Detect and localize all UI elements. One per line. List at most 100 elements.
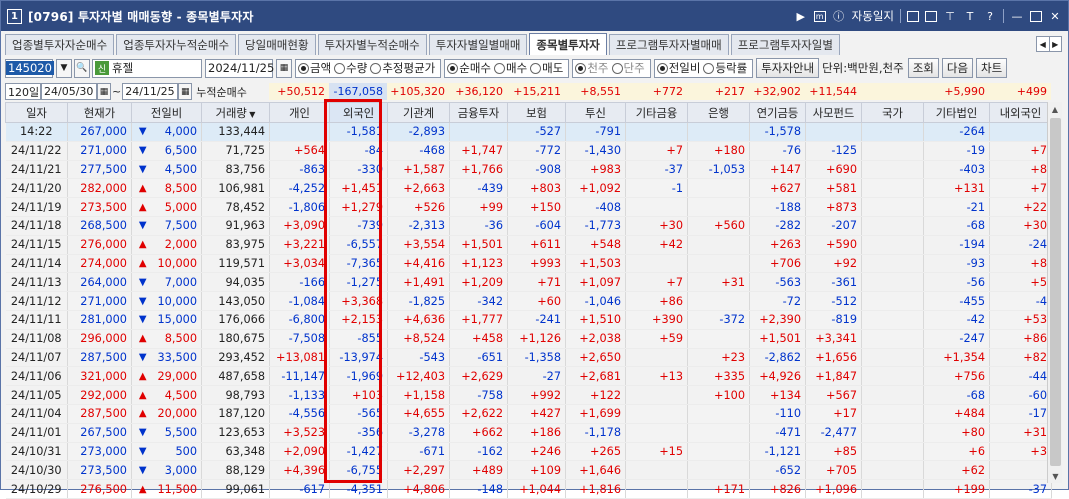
tab-2[interactable]: 당일매매현황	[238, 34, 316, 55]
table-row[interactable]: 24/11/15 276,000 ▲ 2,000 83,975 +3,221 -6,557 +…	[5, 235, 1053, 255]
tab-scroll-buttons[interactable]: ◀ ▶	[1036, 36, 1062, 52]
sort-dropdown-icon[interactable]: ▼	[247, 110, 255, 119]
trade-radio-2[interactable]: 매도	[530, 60, 563, 76]
cell-2: ▼	[131, 460, 154, 481]
code-dropdown-icon[interactable]: ▼	[56, 58, 72, 78]
auto-log-button[interactable]: 자동일지	[852, 8, 894, 24]
cumulative-label: 누적순매수	[196, 85, 247, 99]
tab-3[interactable]: 투자자별누적순매수	[317, 34, 427, 55]
date-input[interactable]: 2024/11/25	[205, 58, 274, 78]
search-icon[interactable]: 🔍	[74, 58, 90, 78]
col-header-8[interactable]: 보험	[507, 102, 567, 123]
scroll-thumb[interactable]	[1050, 118, 1061, 466]
amount-radio-2[interactable]: 추정평균가	[370, 60, 435, 76]
table-row[interactable]: 24/11/20 282,000 ▲ 8,500 106,981 -4,252 +1,451…	[5, 178, 1053, 199]
col-header-13[interactable]: 사모펀드	[805, 102, 863, 123]
period-days-field[interactable]: 120일	[5, 83, 41, 100]
tab-1[interactable]: 업종투자자누적순매수	[116, 34, 237, 55]
tab-0[interactable]: 업종별투자자순매수	[5, 34, 115, 55]
tab-5[interactable]: 종목별투자자	[529, 33, 607, 55]
compare-radio-1[interactable]: 등락률	[703, 60, 747, 76]
table-row[interactable]: 24/10/31 273,000 ▼ 500 63,348 +2,090 -1,427 -67…	[5, 442, 1053, 462]
col-header-5[interactable]: 외국인	[329, 102, 389, 123]
col-header-14[interactable]: 국가	[861, 102, 925, 123]
table-row[interactable]: 24/10/29 276,500 ▲ 11,500 99,061 -617 -4,351 +4…	[5, 479, 1053, 499]
table-row[interactable]: 24/11/14 274,000 ▲ 10,000 119,571 +3,034 -7,36…	[5, 254, 1053, 274]
cell-5: -4,252	[269, 178, 331, 199]
table-row[interactable]: 24/11/12 271,000 ▼ 10,000 143,050 -1,084 +3,36…	[5, 291, 1053, 311]
range-from-input[interactable]: 24/05/30	[41, 83, 97, 100]
screen-t-icon[interactable]: T	[963, 9, 977, 23]
compare-radio-0[interactable]: 전일비	[656, 60, 700, 76]
cell-4: 119,571	[201, 254, 271, 274]
range-to-input[interactable]: 24/11/25	[122, 83, 179, 100]
col-header-16[interactable]: 내외국인	[989, 102, 1053, 123]
scroll-up-icon[interactable]: ▲	[1048, 102, 1062, 116]
amount-radio-1[interactable]: 수량	[334, 60, 367, 76]
col-header-12[interactable]: 연기금등	[749, 102, 807, 123]
arrow-right-icon[interactable]: ▶	[794, 9, 808, 23]
table-row[interactable]: 24/11/19 273,500 ▲ 5,000 78,452 -1,806 +1,279 +…	[5, 197, 1053, 217]
next-button[interactable]: 다음	[941, 58, 974, 78]
table-row[interactable]: 24/11/18 268,500 ▼ 7,500 91,963 +3,090 -739 -2,…	[5, 216, 1053, 236]
col-header-2[interactable]: 전일비	[130, 102, 203, 123]
col-header-6[interactable]: 기관계	[387, 102, 451, 123]
tab-7[interactable]: 프로그램투자자일별	[730, 34, 840, 55]
tab-left-icon[interactable]: ◀	[1037, 37, 1049, 51]
col-header-4[interactable]: 개인	[269, 102, 331, 123]
cell-11: -1	[625, 178, 689, 199]
info-icon[interactable]: ⓘ	[832, 9, 846, 23]
stock-name-field[interactable]: 신 휴젤	[92, 58, 202, 78]
unit-radio-1[interactable]: 단주	[611, 60, 645, 76]
trade-radio-0[interactable]: 순매수	[447, 60, 491, 76]
table-row[interactable]: 24/10/30 273,500 ▼ 3,000 88,129 +4,396 -6,755 +…	[5, 460, 1053, 481]
unit-radio-0[interactable]: 천주	[575, 60, 609, 76]
trade-radio-1[interactable]: 매수	[494, 60, 527, 76]
table-row[interactable]: 24/11/06 321,000 ▲ 29,000 487,658 -11,147 -1,9…	[5, 366, 1053, 387]
minimize-icon[interactable]: —	[1010, 9, 1024, 23]
col-header-7[interactable]: 금융투자	[449, 102, 509, 123]
col-header-10[interactable]: 기타금융	[625, 102, 689, 123]
table-row[interactable]: 24/11/08 296,000 ▲ 8,500 180,675 -7,508 -855 +8…	[5, 329, 1053, 349]
amount-radio-0[interactable]: 금액	[298, 60, 331, 76]
tab-6[interactable]: 프로그램투자자별매매	[608, 34, 729, 55]
stock-code-input[interactable]: 145020	[5, 58, 54, 78]
table-row[interactable]: 24/11/22 271,000 ▼ 6,500 71,725 +564 -84 -468 +1…	[5, 141, 1053, 161]
cell-2: ▲	[131, 366, 154, 387]
help-icon[interactable]: ?	[983, 9, 997, 23]
col-header-11[interactable]: 은행	[687, 102, 751, 123]
tab-right-icon[interactable]: ▶	[1048, 37, 1062, 51]
chart-button[interactable]: 차트	[976, 58, 1008, 78]
table-row[interactable]: 24/11/01 267,500 ▼ 5,500 123,653 +3,523 -356 -3…	[5, 423, 1053, 443]
link-window-icon[interactable]	[907, 10, 919, 22]
col-header-0[interactable]: 일자	[5, 102, 68, 123]
table-row[interactable]: 24/11/04 287,500 ▲ 20,000 187,120 -4,556 -565 +…	[5, 404, 1053, 424]
table-row[interactable]: 14:22 267,000 ▼ 4,000 133,444 -1,581 -2,893 -52…	[5, 122, 1053, 142]
col-header-1[interactable]: 현재가	[67, 102, 132, 123]
col-header-3[interactable]: 거래량 ▼	[201, 102, 271, 123]
table-row[interactable]: 24/11/05 292,000 ▲ 4,500 98,793 -1,133 +103 +1,…	[5, 385, 1053, 405]
investor-guide-button[interactable]: 투자자안내	[756, 58, 820, 78]
calendar-icon[interactable]: ▦	[276, 58, 292, 78]
table-row[interactable]: 24/11/21 277,500 ▼ 4,500 83,756 -863 -330 +1,58…	[5, 160, 1053, 180]
title-bar[interactable]: 1 [0796] 투자자별 매매동향 - 종목별투자자 ▶ m ⓘ 자동일지 ⊤…	[1, 1, 1068, 31]
cell-5: +3,523	[269, 423, 331, 443]
col-header-9[interactable]: 투신	[565, 102, 627, 123]
memo-icon[interactable]: m	[813, 10, 826, 22]
cell-1: 276,000	[67, 235, 132, 255]
pin-icon[interactable]: ⊤	[943, 9, 957, 23]
tab-4[interactable]: 투자자별일별매매	[428, 34, 528, 55]
close-icon[interactable]: ✕	[1048, 9, 1062, 23]
table-row[interactable]: 24/11/07 287,500 ▼ 33,500 293,452 +13,081 -13,…	[5, 348, 1053, 368]
table-row[interactable]: 24/11/13 264,000 ▼ 7,000 94,035 -166 -1,275 +1,…	[5, 272, 1053, 293]
maximize-icon[interactable]	[1030, 10, 1042, 22]
table-row[interactable]: 24/11/11 281,000 ▼ 15,000 176,066 -6,800 +2,15…	[5, 310, 1053, 330]
from-calendar-icon[interactable]: ▦	[97, 83, 111, 100]
col-header-15[interactable]: 기타법인	[923, 102, 991, 123]
vertical-scrollbar[interactable]: ▲ ▼	[1047, 102, 1062, 483]
cell-4: 63,348	[201, 442, 271, 462]
scroll-down-icon[interactable]: ▼	[1048, 469, 1063, 483]
to-calendar-icon[interactable]: ▦	[178, 83, 193, 100]
copy-window-icon[interactable]	[925, 10, 937, 22]
query-button[interactable]: 조회	[907, 58, 939, 78]
